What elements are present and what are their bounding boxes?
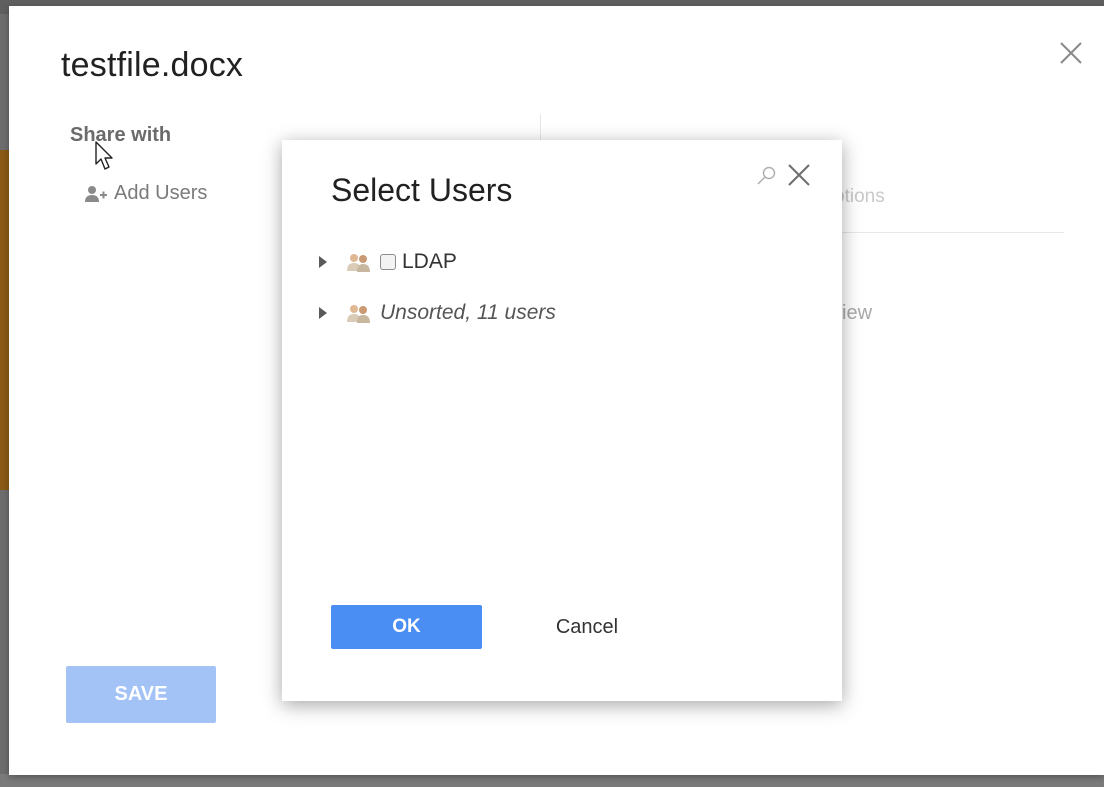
tree-node-label: LDAP — [402, 250, 457, 273]
ldap-checkbox[interactable] — [380, 254, 396, 270]
background-left-accent — [0, 150, 9, 490]
close-icon[interactable] — [1056, 38, 1086, 68]
expand-arrow-icon[interactable] — [316, 253, 330, 271]
close-icon[interactable] — [784, 160, 814, 190]
add-users-link[interactable]: Add Users — [84, 182, 207, 205]
view-option: iew — [842, 302, 873, 324]
dialog-title: testfile.docx — [61, 46, 244, 84]
ok-button[interactable]: OK — [331, 605, 482, 649]
tree-node-label: Unsorted, 11 users — [380, 301, 556, 324]
add-user-icon — [85, 185, 107, 202]
background-bottom-strip — [0, 774, 1104, 787]
share-with-label: Share with — [70, 124, 172, 146]
search-icon[interactable] — [755, 165, 777, 187]
user-group-icon — [347, 254, 370, 272]
dialog-title: Select Users — [331, 172, 513, 208]
save-button[interactable]: SAVE — [66, 666, 216, 723]
user-group-icon — [347, 305, 370, 323]
expand-arrow-icon[interactable] — [316, 304, 330, 322]
cancel-button[interactable]: Cancel — [532, 605, 642, 649]
tree-node-ldap[interactable]: LDAP — [316, 246, 457, 278]
tab-underline — [829, 232, 1064, 233]
select-users-dialog: Select Users LDAP Unsorted, 11 users OK … — [282, 140, 842, 701]
add-users-label: Add Users — [114, 182, 208, 204]
tree-node-unsorted[interactable]: Unsorted, 11 users — [316, 297, 556, 329]
